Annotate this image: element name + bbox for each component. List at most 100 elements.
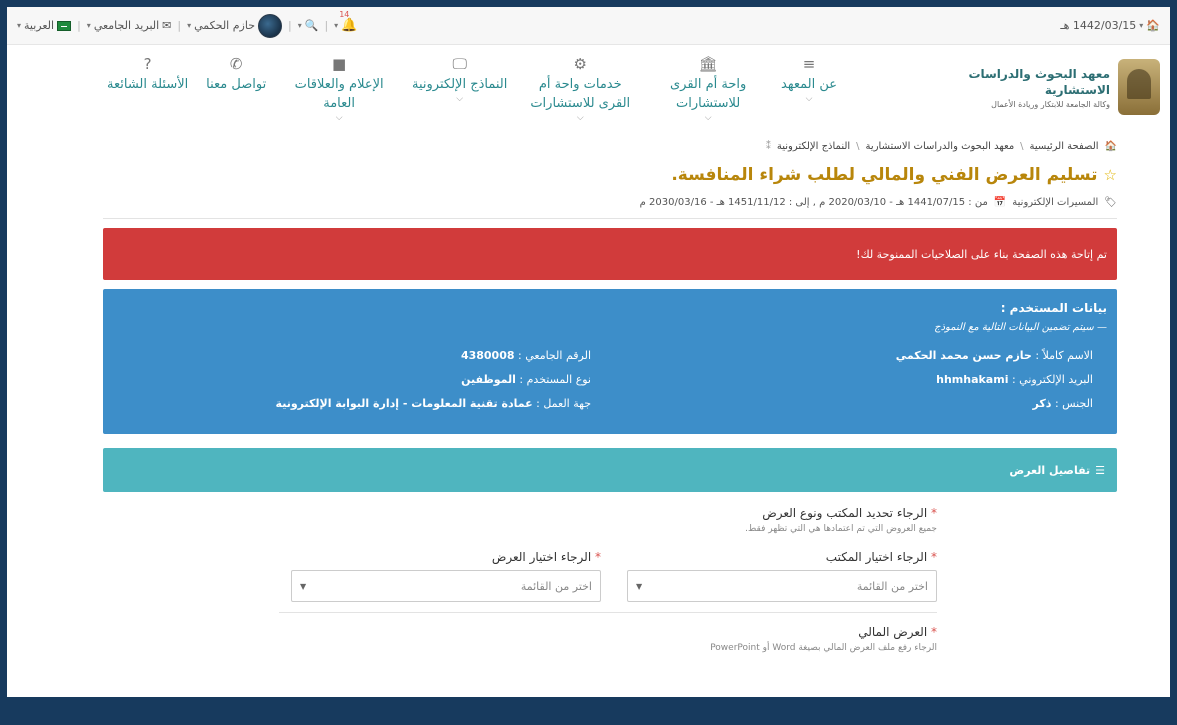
divider: | xyxy=(324,19,329,32)
office-offer-help: جميع العروض التي تم اعتمادها هي التي تظه… xyxy=(745,524,937,534)
institute-logo-link[interactable]: معهد البحوث والدراسات الاستشارية وكالة ا… xyxy=(960,59,1160,115)
office-select-block: * الرجاء اختيار المكتب اختر من القائمة ▼ xyxy=(627,550,937,602)
browser-viewport: 🏠 ▾ 1442/03/15 هـ 🔔 14 ▾ | 🔍 ▾ | حازم الح… xyxy=(7,7,1170,711)
email-row: البريد الإلكتروني : hhmhakami xyxy=(896,368,1093,392)
language-label: العربية xyxy=(24,19,55,32)
university-email-link[interactable]: ✉ البريد الجامعي ▾ xyxy=(87,19,172,32)
chevron-down-icon: ⌵ xyxy=(456,94,464,104)
notifications-button[interactable]: 🔔 14 ▾ xyxy=(334,10,358,33)
dropdown-arrow-icon: ▼ xyxy=(636,581,643,591)
gender-label: الجنس : xyxy=(1054,397,1093,410)
divider: | xyxy=(288,19,292,32)
home-icon: 🏠 xyxy=(1104,140,1117,152)
chevron-down-icon: ▾ xyxy=(86,21,91,30)
nav-item[interactable]: 🖵 النماذج الإلكترونية ⌵ xyxy=(412,55,507,124)
star-icon[interactable]: ☆ xyxy=(1104,166,1117,184)
video-camera-icon: ■ xyxy=(332,55,347,73)
alert-text: تم إتاحة هذه الصفحة بناء على الصلاحيات ا… xyxy=(856,247,1107,261)
select-row: * الرجاء اختيار المكتب اختر من القائمة ▼… xyxy=(103,550,937,602)
page-title: تسليم العرض الفني والمالي لطلب شراء المن… xyxy=(671,165,1098,185)
divider xyxy=(279,612,937,613)
nav-item[interactable]: ■ الإعلام والعلاقات العامة ⌵ xyxy=(284,55,394,124)
user-type-label: نوع المستخدم : xyxy=(519,373,591,386)
nav-item-label: الإعلام والعلاقات العامة xyxy=(294,77,384,111)
offer-details-header: ☰ تفاصيل العرض xyxy=(103,448,1117,492)
breadcrumb-home[interactable]: الصفحة الرئيسية xyxy=(1030,141,1099,152)
phone-icon: ✆ xyxy=(229,55,243,73)
breadcrumb-forms[interactable]: النماذج الإلكترونية xyxy=(777,141,850,152)
top-bar-right: 🏠 ▾ 1442/03/15 هـ xyxy=(1060,19,1160,32)
page-title-row: ☆ تسليم العرض الفني والمالي لطلب شراء ال… xyxy=(7,165,1117,185)
user-data-note: — سيتم تضمين البيانات التالية مع النموذج xyxy=(934,322,1107,333)
nav-item-label: النماذج الإلكترونية xyxy=(412,77,508,92)
bell-icon: 🔔 14 xyxy=(339,10,358,33)
nav-item[interactable]: ⚙ خدمات واحة أم القرى للاستشارات ⌵ xyxy=(525,55,635,124)
nav-item[interactable]: 🏛 واحة أم القرى للاستشارات ⌵ xyxy=(653,55,763,124)
nav-item[interactable]: ✆ تواصل معنا xyxy=(206,55,266,124)
dropdown-arrow-icon: ▼ xyxy=(300,581,307,591)
office-select[interactable]: اختر من القائمة ▼ xyxy=(627,570,937,602)
office-offer-question-text: الرجاء تحديد المكتب ونوع العرض xyxy=(762,506,928,520)
nav-item[interactable]: ? الأسئلة الشائعة xyxy=(107,55,188,124)
notification-count: 14 xyxy=(339,10,350,19)
email-value: hhmhakami xyxy=(936,373,1009,386)
home-icon: 🏠 xyxy=(1146,19,1160,32)
office-select-value: اختر من القائمة xyxy=(856,579,928,593)
user-data-panel: بيانات المستخدم : — سيتم تضمين البيانات … xyxy=(103,289,1117,434)
required-marker: * xyxy=(931,625,937,639)
office-offer-question: * الرجاء تحديد المكتب ونوع العرض xyxy=(103,506,937,520)
page-category[interactable]: المسيرات الإلكترونية xyxy=(1012,197,1098,208)
home-link[interactable]: 🏠 ▾ 1442/03/15 هـ xyxy=(1060,19,1160,32)
offer-details-heading: تفاصيل العرض xyxy=(1009,463,1091,477)
page-meta: 🏷 المسيرات الإلكترونية 📅 من : 1441/07/15… xyxy=(7,197,1117,208)
university-emblem-icon xyxy=(1118,59,1160,115)
avatar xyxy=(258,13,283,38)
chevron-down-icon: ▾ xyxy=(187,21,192,30)
divider: | xyxy=(77,19,81,32)
office-select-label: * الرجاء اختيار المكتب xyxy=(627,550,937,564)
permission-alert: تم إتاحة هذه الصفحة بناء على الصلاحيات ا… xyxy=(103,228,1117,280)
email-label: البريد الإلكتروني : xyxy=(1011,373,1093,386)
offer-form: * الرجاء تحديد المكتب ونوع العرض جميع ال… xyxy=(103,506,1117,653)
financial-offer-question: * العرض المالي xyxy=(103,625,937,639)
breadcrumb-institute[interactable]: معهد البحوث والدراسات الاستشارية xyxy=(866,141,1015,152)
language-selector[interactable]: العربية ▾ xyxy=(17,19,72,32)
workplace-value: عمادة تقنية المعلومات - إدارة البوابة ال… xyxy=(275,397,533,410)
offer-select-value: اختر من القائمة xyxy=(520,579,592,593)
gears-icon: ⚙ xyxy=(573,55,587,73)
bars-icon: ≡ xyxy=(802,55,816,73)
user-type-row: نوع المستخدم : الموظفين xyxy=(276,368,591,392)
uni-id-value: 4380008 xyxy=(460,349,515,362)
breadcrumb-separator: \ xyxy=(1020,140,1024,152)
office-select-label-text: الرجاء اختيار المكتب xyxy=(825,550,928,564)
tag-icon: 🏷 xyxy=(1104,197,1117,208)
chevron-down-icon: ⌵ xyxy=(805,94,813,104)
breadcrumb-forward-icon: ⁑ xyxy=(765,140,771,152)
user-data-column-right: الاسم كاملاً : حازم حسن محمد الحكمي البر… xyxy=(896,344,1093,416)
uni-id-row: الرقم الجامعي : 4380008 xyxy=(276,344,591,368)
full-name-row: الاسم كاملاً : حازم حسن محمد الحكمي xyxy=(896,344,1093,368)
nav-item[interactable]: ≡ عن المعهد ⌵ xyxy=(781,55,837,124)
gender-row: الجنس : ذكر xyxy=(896,392,1093,416)
calendar-icon: 📅 xyxy=(993,197,1007,208)
question-circle-icon: ? xyxy=(143,55,152,73)
search-button[interactable]: 🔍 ▾ xyxy=(298,19,319,32)
institute-name: معهد البحوث والدراسات الاستشارية xyxy=(968,66,1110,97)
search-icon: 🔍 xyxy=(304,19,319,32)
financial-offer-help: الرجاء رفع ملف العرض المالي بصيغة Word أ… xyxy=(710,643,937,653)
user-menu[interactable]: حازم الحكمي ▾ xyxy=(187,13,283,38)
full-name-label: الاسم كاملاً : xyxy=(1035,349,1093,362)
required-marker: * xyxy=(931,550,937,564)
offer-select[interactable]: اختر من القائمة ▼ xyxy=(291,570,601,602)
required-marker: * xyxy=(595,550,601,564)
institute-name-block: معهد البحوث والدراسات الاستشارية وكالة ا… xyxy=(960,66,1110,109)
chevron-down-icon: ▾ xyxy=(297,21,302,30)
desktop-icon: 🖵 xyxy=(452,55,467,73)
hijri-date: 1442/03/15 هـ xyxy=(1060,19,1137,32)
offer-select-label-text: الرجاء اختيار العرض xyxy=(491,550,592,564)
divider xyxy=(103,218,1117,219)
envelope-icon: ✉ xyxy=(162,19,172,32)
chevron-down-icon: ⌵ xyxy=(335,113,343,123)
user-data-title: بيانات المستخدم : xyxy=(1000,301,1107,315)
user-type-value: الموظفين xyxy=(461,373,516,386)
